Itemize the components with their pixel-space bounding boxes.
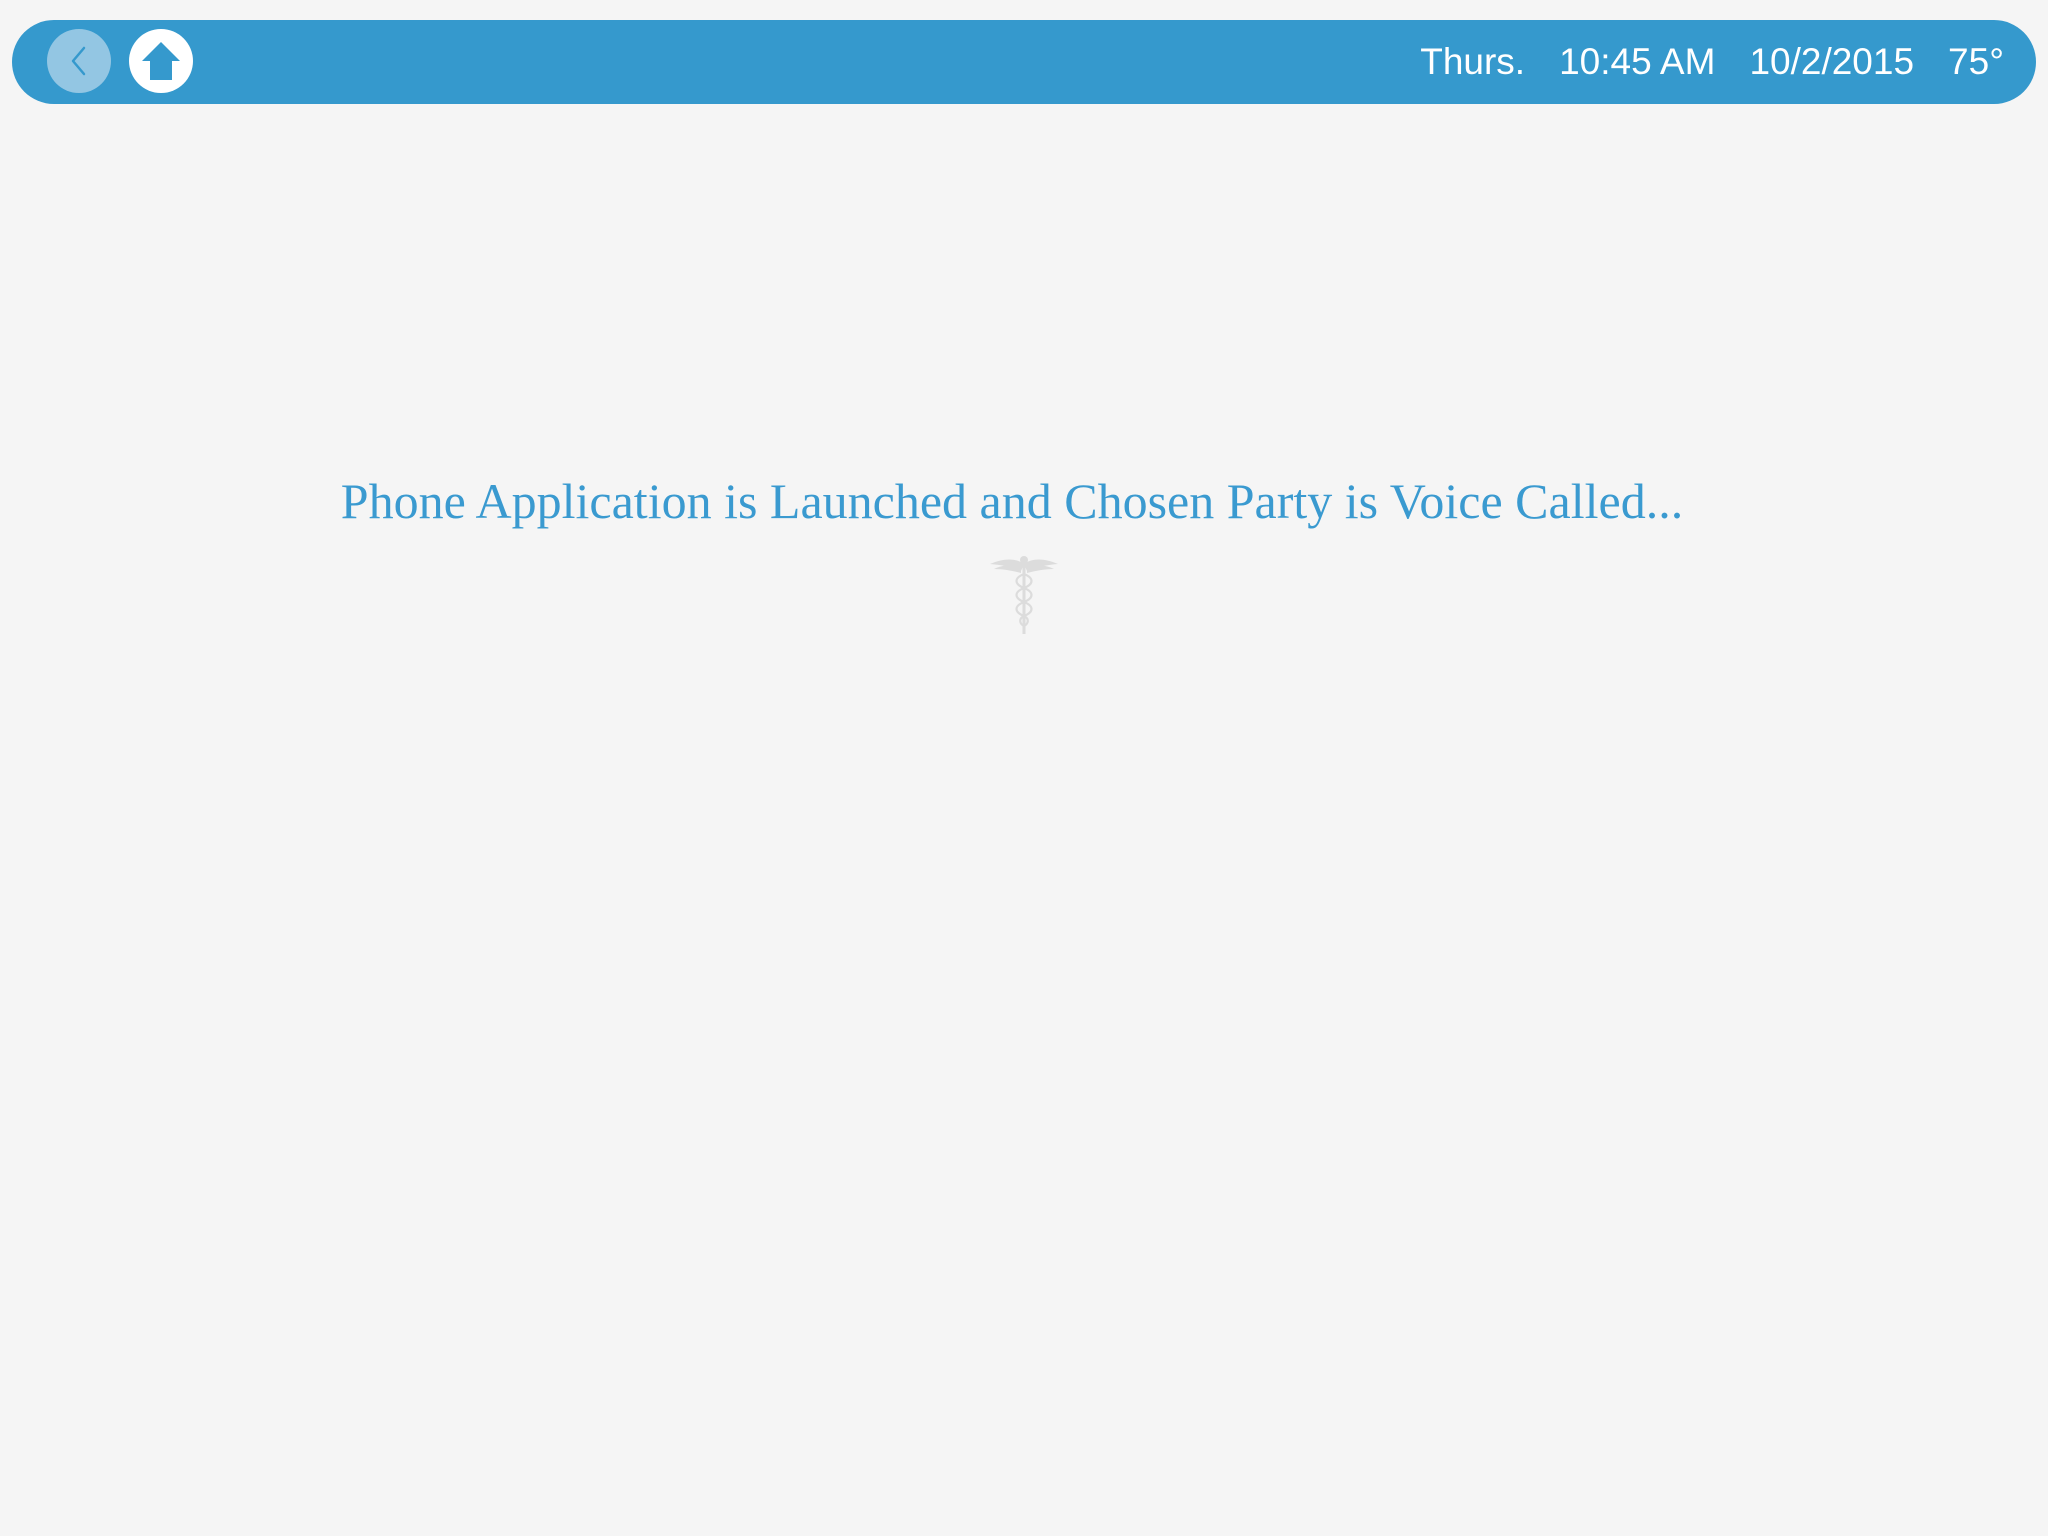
status-message-container: Phone Application is Launched and Chosen…: [0, 472, 2048, 530]
status-message: Phone Application is Launched and Chosen…: [340, 473, 1684, 529]
top-bar: Thurs. 10:45 AM 10/2/2015 75°: [12, 20, 2036, 104]
date-label: 10/2/2015: [1749, 41, 1915, 82]
time-label: 10:45 AM: [1559, 41, 1716, 82]
home-button[interactable]: [129, 29, 193, 93]
home-icon: [142, 42, 180, 80]
back-button[interactable]: [47, 29, 111, 93]
day-label: Thurs.: [1420, 41, 1526, 82]
chevron-left-icon: [71, 46, 86, 76]
temperature-label: 75°: [1948, 41, 2004, 82]
status-bar: Thurs. 10:45 AM 10/2/2015 75°: [1386, 20, 2004, 104]
caduceus-icon: [990, 556, 1058, 634]
